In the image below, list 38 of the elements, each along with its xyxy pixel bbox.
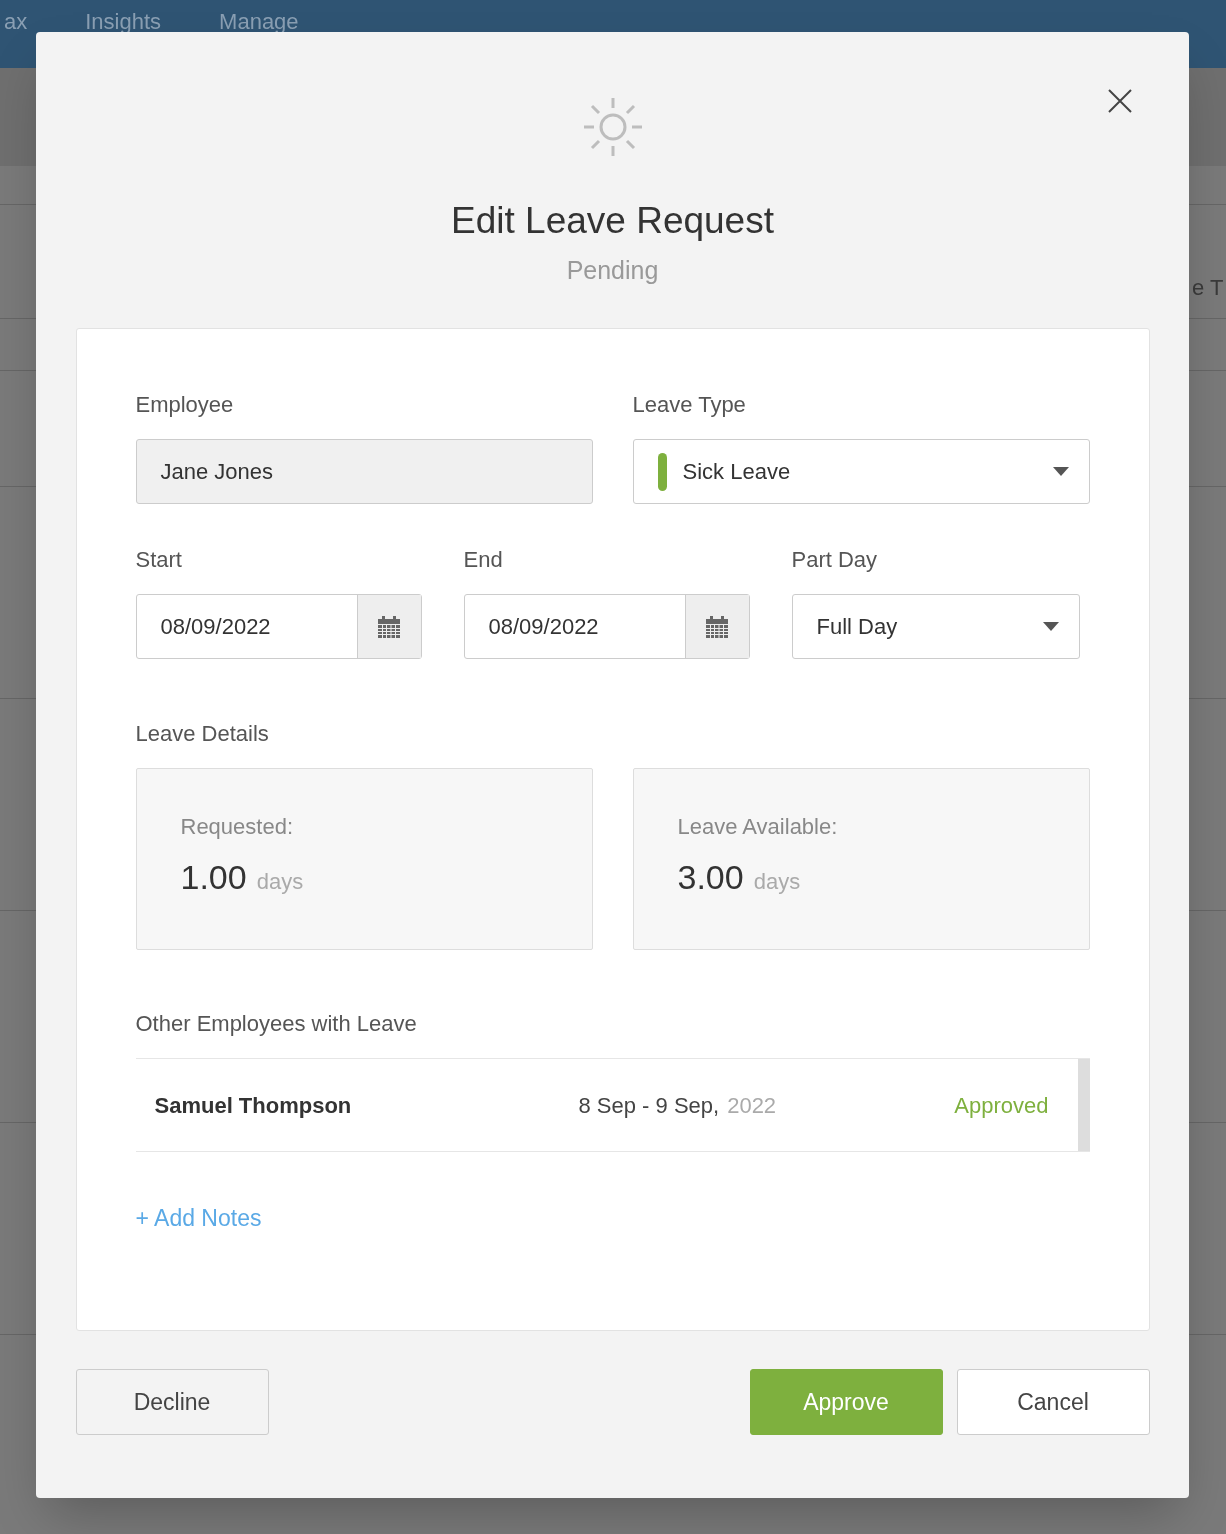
dialog-title: Edit Leave Request [451,199,774,243]
date-value: 08/09/2022 [159,613,272,641]
field-label: Start [135,546,183,574]
cancel-button[interactable]: Cancel [956,1369,1150,1435]
section-label: Leave Details [135,720,270,748]
leave-year: 2022 [727,1091,777,1120]
status-text: Pending [566,255,659,286]
caret-icon [1052,467,1069,476]
summary-amount: 3.00 [677,857,744,898]
calendar-icon[interactable] [378,615,400,638]
field-label: Leave Type [632,391,747,419]
leave-type-select[interactable]: Sick Leave [632,439,1090,504]
column-header: e T [1192,274,1224,302]
field-label: Employee [135,391,235,419]
scrollbar[interactable] [1077,1059,1090,1151]
summary-unit: days [256,868,304,896]
section-label: Other Employees with Leave [135,1010,418,1038]
start-date-field[interactable]: 08/09/2022 [135,594,422,659]
summary-amount: 1.00 [180,857,247,898]
summary-unit: days [753,868,801,896]
close-button[interactable] [1107,88,1133,114]
select-value: Sick Leave [682,458,792,486]
part-day-select[interactable]: Full Day [791,594,1080,659]
select-value: Full Day [816,613,899,641]
calendar-icon[interactable] [706,615,728,638]
leave-status: Approved [954,1091,1049,1120]
employee-field[interactable]: Jane Jones [135,439,593,504]
decline-button[interactable]: Decline [75,1369,269,1435]
leave-dates: 8 Sep - 9 Sep, [578,1091,720,1120]
employee-name: Samuel Thompson [154,1091,353,1120]
date-value: 08/09/2022 [487,613,600,641]
summary-label: Leave Available: [677,813,839,841]
field-label: End [463,546,504,574]
field-label: Part Day [791,546,879,574]
sun-icon [581,96,644,158]
caret-icon [1042,622,1059,631]
summary-label: Requested: [180,813,295,841]
end-date-field[interactable]: 08/09/2022 [463,594,750,659]
